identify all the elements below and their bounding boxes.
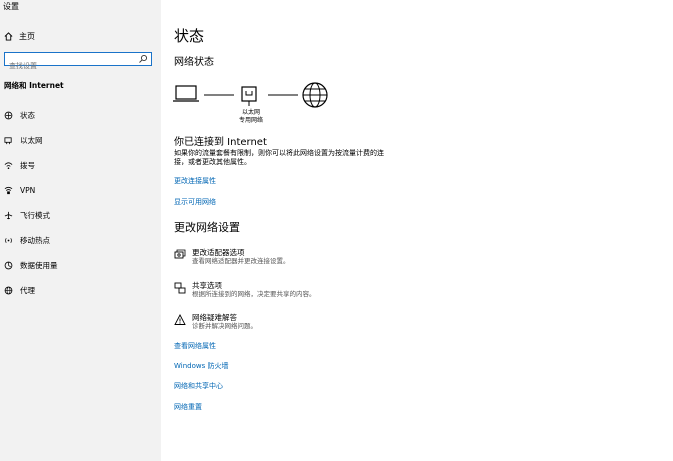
- sidebar-item-hotspot[interactable]: 移动热点: [4, 233, 50, 247]
- sidebar-item-proxy[interactable]: 代理: [4, 283, 35, 297]
- dialup-icon: [4, 161, 13, 169]
- network-profile-label: 专用网络: [238, 117, 263, 124]
- sharing-icon: [174, 282, 186, 294]
- ethernet-icon: [4, 136, 12, 144]
- sidebar-item-data-usage[interactable]: 数据使用量: [4, 258, 58, 272]
- sidebar-item-vpn[interactable]: VPN: [4, 183, 35, 197]
- sidebar: 设置 主页 网络和 Internet 状态 以太网 拨号 VPN 飞行模式 移动…: [0, 0, 161, 461]
- sharing-options-item[interactable]: 共享选项 根据所连接到的网络，决定要共享的内容。: [174, 281, 316, 299]
- connection-description: 如果你的流量套餐有限制，则你可以将此网络设置为按流量计费的连接，或者更改其他属性…: [174, 149, 384, 166]
- search-input[interactable]: [5, 60, 137, 72]
- option-title: 网络疑难解答: [192, 313, 237, 322]
- search-box[interactable]: [4, 52, 152, 72]
- option-title: 更改适配器选项: [192, 248, 245, 257]
- sidebar-item-dialup[interactable]: 拨号: [4, 158, 35, 172]
- adapter-icon: [174, 249, 186, 259]
- data-usage-icon: [4, 261, 13, 269]
- airplane-icon: [4, 211, 13, 219]
- sidebar-item-label: VPN: [20, 185, 36, 195]
- network-diagram: 以太网 专用网络: [172, 82, 342, 130]
- sidebar-item-label: 状态: [20, 110, 35, 120]
- sidebar-item-ethernet[interactable]: 以太网: [4, 133, 43, 147]
- option-description: 根据所连接到的网络，决定要共享的内容。: [192, 290, 316, 298]
- warning-icon: [174, 314, 186, 325]
- proxy-icon: [4, 286, 13, 294]
- sidebar-item-status[interactable]: 状态: [4, 108, 35, 122]
- view-network-properties-link[interactable]: 查看网络属性: [174, 341, 216, 351]
- sidebar-item-label: 飞行模式: [20, 210, 50, 220]
- window-title: 设置: [3, 2, 19, 11]
- globe-icon: [302, 82, 328, 108]
- search-icon[interactable]: [138, 54, 148, 64]
- home-nav-item[interactable]: 主页: [4, 29, 35, 43]
- sidebar-item-label: 移动热点: [20, 235, 50, 245]
- network-reset-link[interactable]: 网络重置: [174, 402, 202, 412]
- adapter-options-item[interactable]: 更改适配器选项 查看网络适配器并更改连接设置。: [174, 248, 290, 266]
- status-icon: [4, 111, 13, 119]
- change-network-settings-heading: 更改网络设置: [174, 221, 240, 234]
- change-connection-properties-link[interactable]: 更改连接属性: [174, 176, 216, 186]
- connection-status-title: 你已连接到 Internet: [174, 137, 267, 148]
- sidebar-item-label: 拨号: [20, 160, 35, 170]
- adapter-label: 以太网: [241, 109, 260, 116]
- sidebar-item-airplane[interactable]: 飞行模式: [4, 208, 50, 222]
- sidebar-item-label: 数据使用量: [20, 260, 58, 270]
- home-icon: [4, 31, 13, 41]
- hotspot-icon: [5, 237, 12, 243]
- network-troubleshooter-item[interactable]: 网络疑难解答 诊断并解决网络问题。: [174, 313, 257, 331]
- page-title: 状态: [174, 27, 205, 45]
- ethernet-adapter-icon: [241, 86, 257, 106]
- section-title: 网络和 Internet: [4, 81, 64, 90]
- sidebar-item-label: 代理: [20, 285, 35, 295]
- show-available-networks-link[interactable]: 显示可用网络: [174, 197, 216, 207]
- option-description: 查看网络适配器并更改连接设置。: [192, 257, 290, 265]
- computer-icon: [173, 85, 199, 102]
- network-status-heading: 网络状态: [174, 57, 214, 68]
- option-title: 共享选项: [192, 281, 222, 290]
- network-sharing-center-link[interactable]: 网络和共享中心: [174, 381, 223, 391]
- home-label: 主页: [19, 31, 35, 41]
- windows-firewall-link[interactable]: Windows 防火墙: [174, 361, 228, 371]
- option-description: 诊断并解决网络问题。: [192, 322, 257, 330]
- vpn-icon: [4, 186, 13, 194]
- sidebar-item-label: 以太网: [20, 135, 43, 145]
